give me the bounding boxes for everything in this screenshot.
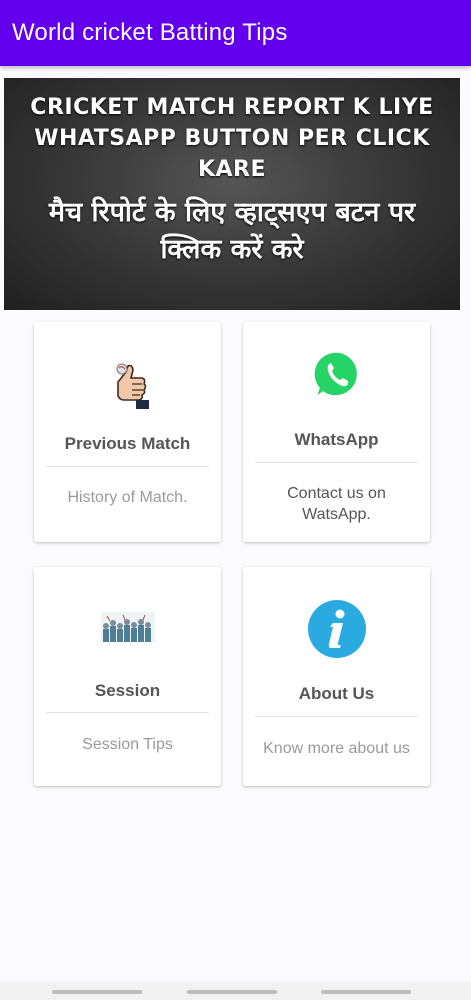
divider (46, 466, 209, 467)
info-icon (307, 599, 367, 664)
nav-back-handle[interactable] (52, 990, 142, 994)
about-us-subtitle: Know more about us (263, 740, 410, 757)
session-card[interactable]: Session Session Tips (34, 567, 221, 786)
nav-recents-handle[interactable] (321, 990, 411, 994)
previous-match-title: Previous Match (64, 434, 191, 453)
system-nav-bar (0, 982, 471, 1000)
crowd-icon (100, 612, 155, 647)
previous-match-subtitle: History of Match. (67, 489, 188, 506)
app-bar: World cricket Batting Tips (0, 0, 471, 66)
divider (255, 716, 418, 717)
divider (255, 462, 418, 463)
banner-hindi-text: मैच रिपोर्ट के लिए व्हाट्सएप बटन पर क्लि… (48, 197, 416, 265)
divider (46, 712, 209, 713)
promo-banner[interactable]: CRICKET MATCH REPORT K LIYE WHATSAPP BUT… (4, 78, 460, 310)
session-subtitle: Session Tips (82, 736, 173, 753)
previous-match-card[interactable]: Previous Match History of Match. (34, 322, 221, 542)
session-title: Session (94, 681, 161, 700)
thumbs-up-hand-icon (106, 362, 150, 415)
whatsapp-title: WhatsApp (294, 430, 379, 449)
app-title: World cricket Batting Tips (12, 19, 288, 46)
nav-home-handle[interactable] (187, 990, 277, 994)
banner-english-text: CRICKET MATCH REPORT K LIYE WHATSAPP BUT… (30, 95, 434, 182)
whatsapp-card[interactable]: WhatsApp Contact us on WatsApp. (243, 322, 430, 542)
whatsapp-icon (312, 349, 362, 406)
whatsapp-subtitle: Contact us on WatsApp. (287, 485, 386, 523)
about-us-card[interactable]: About Us Know more about us (243, 567, 430, 786)
about-us-title: About Us (298, 684, 375, 703)
